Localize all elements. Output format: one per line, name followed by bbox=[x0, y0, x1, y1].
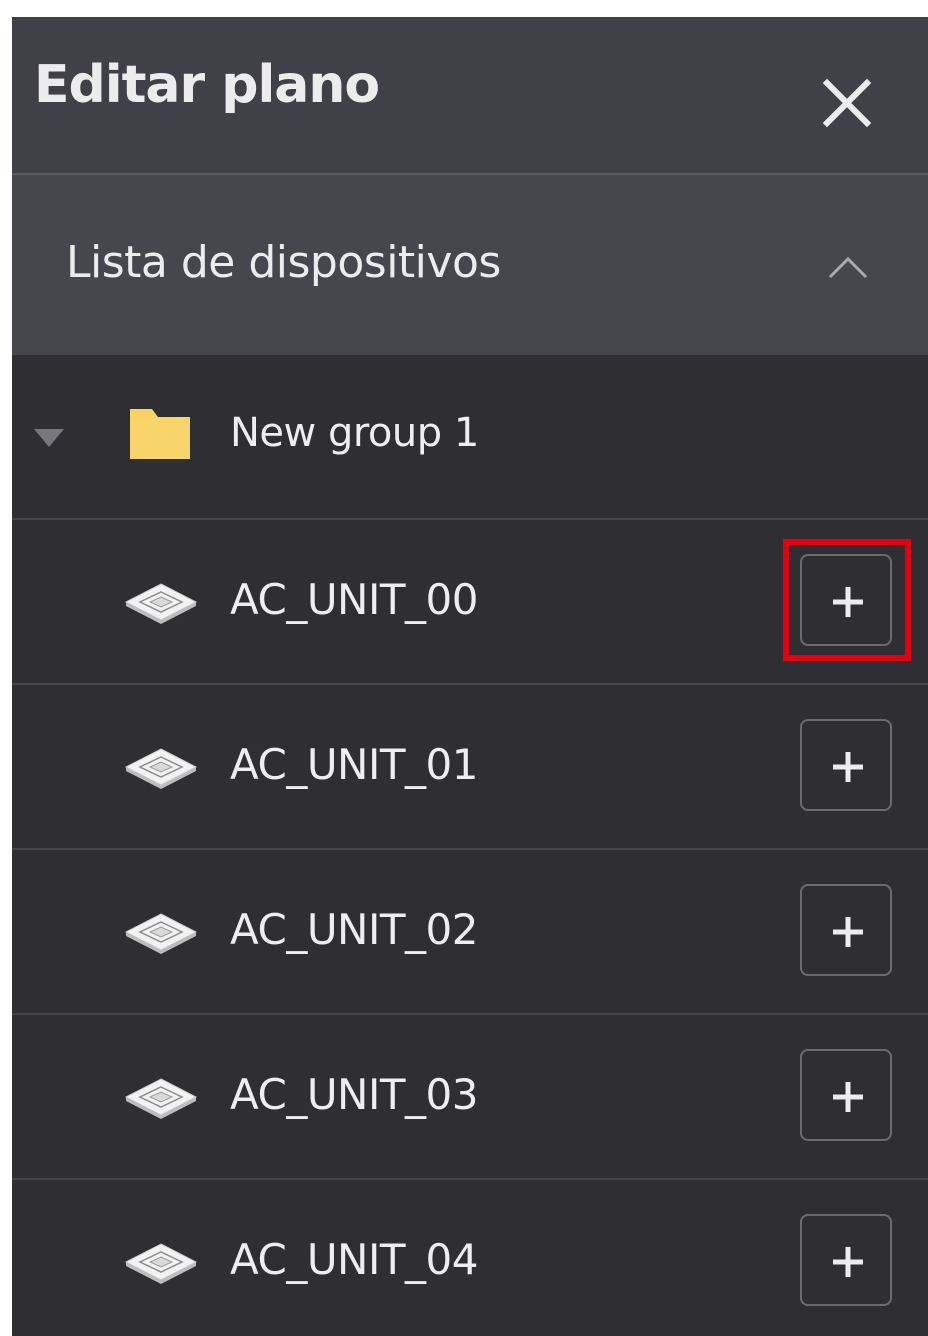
add-device-button[interactable] bbox=[800, 1049, 892, 1141]
device-label: AC_UNIT_02 bbox=[230, 905, 478, 954]
panel-title: Editar plano bbox=[34, 55, 380, 115]
device-label: AC_UNIT_03 bbox=[230, 1070, 478, 1119]
device-row[interactable]: AC_UNIT_02 bbox=[12, 850, 928, 1015]
device-label: AC_UNIT_00 bbox=[230, 575, 478, 624]
plus-icon bbox=[833, 1247, 863, 1277]
device-list-title: Lista de dispositivos bbox=[66, 237, 501, 288]
device-list-section-header[interactable]: Lista de dispositivos bbox=[12, 175, 928, 355]
group-row[interactable]: New group 1 bbox=[12, 355, 928, 520]
add-device-button[interactable] bbox=[800, 1214, 892, 1306]
device-row[interactable]: AC_UNIT_01 bbox=[12, 685, 928, 850]
ceiling-cassette-ac-icon bbox=[122, 908, 200, 956]
ceiling-cassette-ac-icon bbox=[122, 1073, 200, 1121]
close-icon[interactable] bbox=[817, 73, 877, 133]
ceiling-cassette-ac-icon bbox=[122, 1238, 200, 1286]
edit-plan-panel: Editar plano Lista de dispositivos New g… bbox=[12, 17, 928, 1336]
ceiling-cassette-ac-icon bbox=[122, 578, 200, 626]
caret-down-icon[interactable] bbox=[32, 427, 66, 449]
plus-icon bbox=[833, 587, 863, 617]
device-row[interactable]: AC_UNIT_00 bbox=[12, 520, 928, 685]
ceiling-cassette-ac-icon bbox=[122, 743, 200, 791]
chevron-up-icon[interactable] bbox=[824, 247, 872, 287]
add-device-button[interactable] bbox=[800, 554, 892, 646]
device-row[interactable]: AC_UNIT_03 bbox=[12, 1015, 928, 1180]
add-device-button[interactable] bbox=[800, 719, 892, 811]
device-row[interactable]: AC_UNIT_04 bbox=[12, 1180, 928, 1336]
add-device-button[interactable] bbox=[800, 884, 892, 976]
panel-header: Editar plano bbox=[12, 17, 928, 175]
device-label: AC_UNIT_04 bbox=[230, 1235, 478, 1284]
plus-icon bbox=[833, 917, 863, 947]
plus-icon bbox=[833, 752, 863, 782]
plus-icon bbox=[833, 1082, 863, 1112]
device-label: AC_UNIT_01 bbox=[230, 740, 478, 789]
folder-icon bbox=[128, 407, 192, 461]
group-label: New group 1 bbox=[230, 410, 479, 456]
